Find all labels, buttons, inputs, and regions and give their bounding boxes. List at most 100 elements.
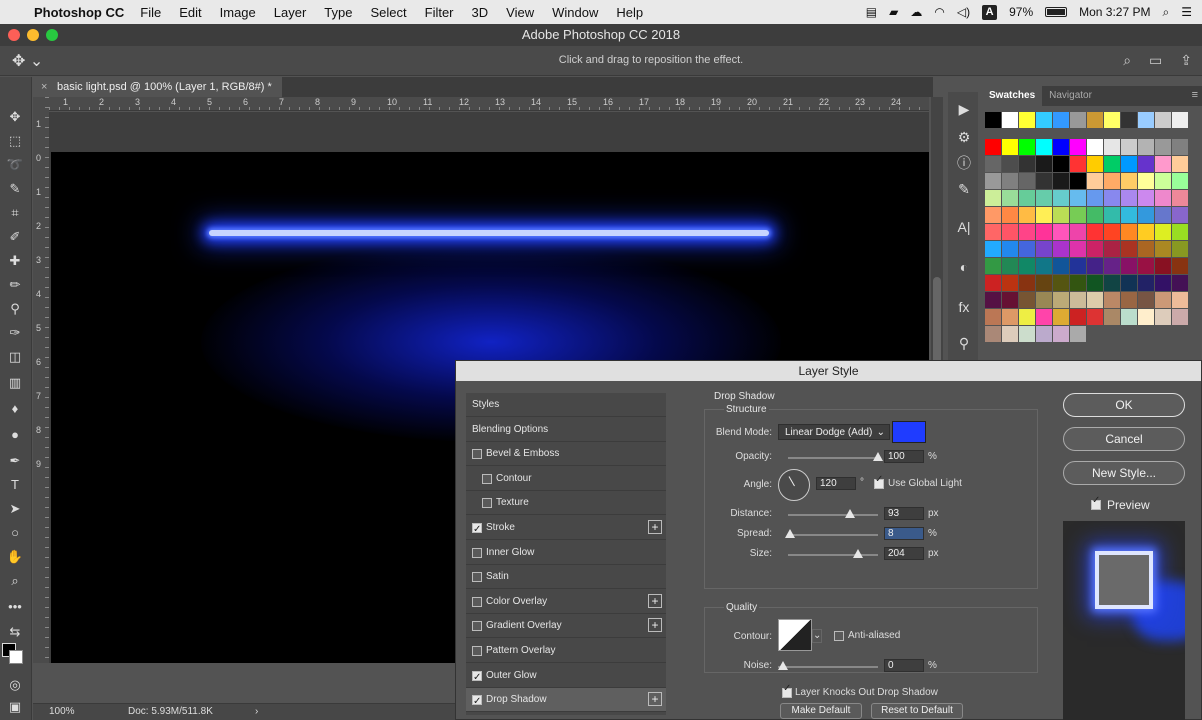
color-swatch[interactable]: [1053, 326, 1069, 342]
menu-edit[interactable]: Edit: [179, 5, 201, 20]
search-icon[interactable]: ⌕: [1123, 52, 1131, 69]
add-effect-plus-icon[interactable]: +: [648, 593, 662, 608]
color-swatch[interactable]: [1053, 258, 1069, 274]
color-swatch[interactable]: [1070, 326, 1086, 342]
color-swatch[interactable]: [1036, 112, 1052, 128]
style-item-styles[interactable]: Styles: [466, 393, 666, 417]
color-swatch[interactable]: [1053, 292, 1069, 308]
character-icon[interactable]: A|: [953, 216, 975, 238]
color-swatch[interactable]: [1138, 139, 1154, 155]
lasso-tool-icon[interactable]: ➰: [4, 155, 26, 175]
play-actions-icon[interactable]: ▶: [953, 98, 975, 120]
share-icon[interactable]: ⇪: [1180, 52, 1192, 69]
color-swatch[interactable]: [1036, 275, 1052, 291]
zoom-tool-icon[interactable]: ⌕: [4, 571, 26, 591]
style-checkbox[interactable]: [472, 449, 482, 460]
color-swatch[interactable]: [1155, 309, 1171, 325]
input-source-icon[interactable]: A: [982, 4, 998, 20]
noise-input[interactable]: 0: [884, 659, 924, 672]
style-checkbox[interactable]: [482, 473, 492, 484]
style-item-stroke[interactable]: Stroke +: [466, 516, 666, 542]
workspace-icon[interactable]: ▭: [1149, 52, 1162, 69]
color-swatch[interactable]: [1053, 241, 1069, 257]
contour-dropdown-icon[interactable]: ⌄: [812, 629, 822, 643]
style-item-inner-glow[interactable]: Inner Glow: [466, 541, 666, 565]
color-swatch[interactable]: [1104, 207, 1120, 223]
color-swatch[interactable]: [1172, 241, 1188, 257]
color-swatch[interactable]: [1172, 309, 1188, 325]
color-swatch[interactable]: [1036, 241, 1052, 257]
color-swatch[interactable]: [1172, 224, 1188, 240]
background-color-swatch[interactable]: [9, 650, 23, 664]
color-swatch[interactable]: [1019, 190, 1035, 206]
style-checkbox[interactable]: [472, 690, 482, 714]
spread-slider-thumb[interactable]: [785, 529, 795, 538]
menu-type[interactable]: Type: [324, 5, 352, 20]
scrollbar-thumb[interactable]: [933, 277, 941, 367]
edit-toolbar-icon[interactable]: •••: [4, 597, 26, 617]
volume-icon[interactable]: ◁): [957, 5, 970, 19]
color-swatch[interactable]: [1036, 224, 1052, 240]
opacity-input[interactable]: 100: [884, 450, 924, 463]
quick-mask-icon[interactable]: ◎: [4, 675, 26, 695]
color-swatch[interactable]: [1019, 139, 1035, 155]
color-swatch[interactable]: [1138, 224, 1154, 240]
menu-3d[interactable]: 3D: [472, 5, 489, 20]
type-tool-icon[interactable]: T: [4, 475, 26, 495]
color-swatch[interactable]: [985, 112, 1001, 128]
color-swatch[interactable]: [1002, 309, 1018, 325]
color-swatch[interactable]: [1104, 190, 1120, 206]
eyedropper-tool-icon[interactable]: ✐: [4, 227, 26, 247]
path-selection-tool-icon[interactable]: ➤: [4, 499, 26, 519]
cancel-button[interactable]: Cancel: [1063, 427, 1185, 451]
color-swatch[interactable]: [1121, 112, 1137, 128]
blur-tool-icon[interactable]: ♦: [4, 399, 26, 419]
notification-center-icon[interactable]: ☰: [1181, 5, 1192, 19]
color-swatch[interactable]: [1019, 156, 1035, 172]
color-swatch[interactable]: [1172, 292, 1188, 308]
color-swatch[interactable]: [1087, 258, 1103, 274]
color-swatch[interactable]: [1036, 190, 1052, 206]
color-swatch[interactable]: [1053, 156, 1069, 172]
color-swatch[interactable]: [1121, 173, 1137, 189]
color-swatch[interactable]: [985, 207, 1001, 223]
color-swatch[interactable]: [1019, 292, 1035, 308]
color-swatch[interactable]: [1019, 173, 1035, 189]
style-item-color-overlay[interactable]: Color Overlay +: [466, 590, 666, 614]
new-style-button[interactable]: New Style...: [1063, 461, 1185, 485]
menu-select[interactable]: Select: [370, 5, 406, 20]
color-swatch[interactable]: [1138, 156, 1154, 172]
color-swatch[interactable]: [1121, 156, 1137, 172]
tab-swatches[interactable]: Swatches: [982, 86, 1043, 106]
color-swatch[interactable]: [985, 275, 1001, 291]
menu-filter[interactable]: Filter: [425, 5, 454, 20]
color-swatch[interactable]: [1087, 241, 1103, 257]
color-swatch[interactable]: [1155, 207, 1171, 223]
preview-checkbox[interactable]: [1091, 495, 1101, 510]
color-swatch[interactable]: [1138, 207, 1154, 223]
close-tab-icon[interactable]: ×: [41, 77, 47, 97]
color-swatch[interactable]: [1155, 173, 1171, 189]
color-swatch[interactable]: [1138, 258, 1154, 274]
horizontal-ruler[interactable]: 1 2 3 4 5 6 7 8 9 10 11 12 13 14 15 16 17 18 19 20 21 22 23 24: [49, 97, 929, 111]
color-swatch[interactable]: [985, 292, 1001, 308]
color-swatch[interactable]: [1002, 258, 1018, 274]
panel-menu-icon[interactable]: ≡: [1192, 89, 1198, 101]
color-swatch[interactable]: [1036, 309, 1052, 325]
color-swatch[interactable]: [1138, 292, 1154, 308]
add-effect-plus-icon[interactable]: +: [648, 618, 662, 633]
clock[interactable]: Mon 3:27 PM: [1079, 5, 1150, 19]
menu-window[interactable]: Window: [552, 5, 598, 20]
color-swatch[interactable]: [1036, 173, 1052, 189]
color-swatch[interactable]: [1036, 139, 1052, 155]
style-item-bevel-emboss[interactable]: Bevel & Emboss: [466, 442, 666, 467]
color-swatch[interactable]: [1002, 156, 1018, 172]
color-swatch[interactable]: [1019, 309, 1035, 325]
color-swatch[interactable]: [1172, 139, 1188, 155]
style-checkbox[interactable]: [472, 572, 482, 583]
color-swatch[interactable]: [1070, 190, 1086, 206]
color-swatch[interactable]: [1087, 224, 1103, 240]
brush-tool-icon[interactable]: ✏: [4, 275, 26, 295]
color-swatch[interactable]: [1002, 139, 1018, 155]
color-swatch[interactable]: [1087, 309, 1103, 325]
